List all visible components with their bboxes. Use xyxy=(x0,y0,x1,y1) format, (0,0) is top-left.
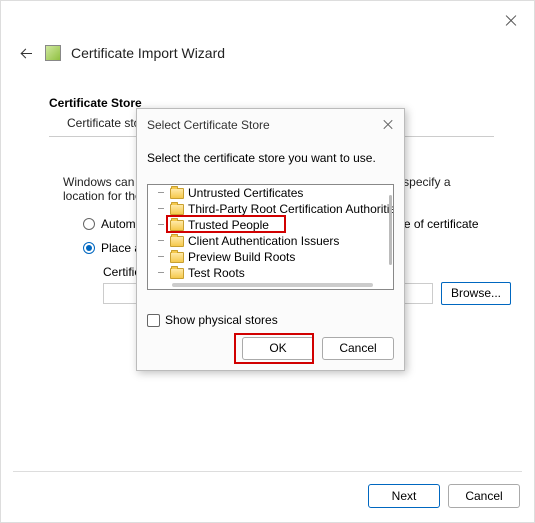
close-icon[interactable] xyxy=(504,13,518,27)
wizard-header: Certificate Import Wizard xyxy=(19,45,225,61)
dialog-cancel-button[interactable]: Cancel xyxy=(322,337,394,360)
tree-item-label: Trusted People xyxy=(188,218,269,232)
checkbox-icon xyxy=(147,314,160,327)
dialog-button-bar: OK Cancel xyxy=(242,337,394,360)
folder-icon xyxy=(170,188,184,199)
folder-icon xyxy=(170,204,184,215)
dialog-title: Select Certificate Store xyxy=(147,118,270,132)
wizard-title: Certificate Import Wizard xyxy=(71,45,225,61)
tree-item-preview-roots[interactable]: Preview Build Roots xyxy=(148,249,393,265)
tree-item-test-roots[interactable]: Test Roots xyxy=(148,265,393,281)
cancel-button[interactable]: Cancel xyxy=(448,484,520,508)
tree-vertical-scrollbar[interactable] xyxy=(389,195,392,265)
browse-button[interactable]: Browse... xyxy=(441,282,511,305)
tree-item-client-auth[interactable]: Client Authentication Issuers xyxy=(148,233,393,249)
tree-item-label: Test Roots xyxy=(188,266,245,280)
section-title: Certificate Store xyxy=(49,96,142,110)
dialog-close-icon[interactable] xyxy=(382,118,394,130)
tree-item-label: Preview Build Roots xyxy=(188,250,295,264)
show-physical-label: Show physical stores xyxy=(165,313,278,327)
tree-item-label: Client Authentication Issuers xyxy=(188,234,339,248)
ok-button[interactable]: OK xyxy=(242,337,314,360)
tree-item-label: Untrusted Certificates xyxy=(188,186,303,200)
select-store-dialog: Select Certificate Store Select the cert… xyxy=(136,108,405,371)
folder-icon xyxy=(170,220,184,231)
bottom-divider xyxy=(13,471,522,472)
tree-item-trusted-people[interactable]: Trusted People xyxy=(148,217,393,233)
tree-horizontal-scrollbar[interactable] xyxy=(172,283,373,287)
next-button[interactable]: Next xyxy=(368,484,440,508)
tree-item-label: Third-Party Root Certification Authoriti… xyxy=(188,202,394,216)
radio-icon xyxy=(83,218,95,230)
dialog-prompt: Select the certificate store you want to… xyxy=(147,151,376,165)
tree-item-untrusted[interactable]: Untrusted Certificates xyxy=(148,185,393,201)
folder-icon xyxy=(170,268,184,279)
store-tree[interactable]: Untrusted Certificates Third-Party Root … xyxy=(147,184,394,290)
folder-icon xyxy=(170,236,184,247)
radio-icon-selected xyxy=(83,242,95,254)
tree-item-third-party[interactable]: Third-Party Root Certification Authoriti… xyxy=(148,201,393,217)
wizard-button-bar: Next Cancel xyxy=(368,484,520,508)
folder-icon xyxy=(170,252,184,263)
show-physical-checkbox-row[interactable]: Show physical stores xyxy=(147,313,278,327)
back-arrow-icon[interactable] xyxy=(19,45,35,61)
certificate-wizard-icon xyxy=(45,45,61,61)
wizard-window: Certificate Import Wizard Certificate St… xyxy=(0,0,535,523)
